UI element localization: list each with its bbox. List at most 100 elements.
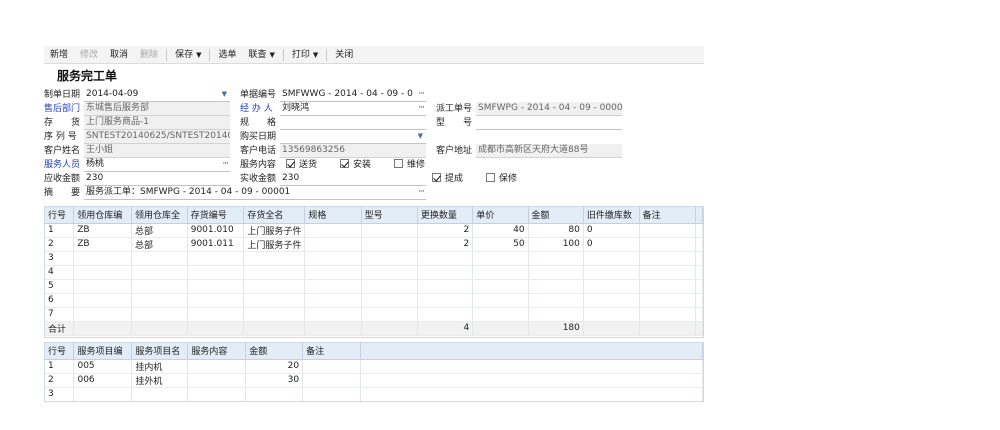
column-header[interactable]: 金额 <box>245 343 304 360</box>
table-cell[interactable] <box>187 265 245 280</box>
table-cell[interactable] <box>472 265 529 280</box>
table-cell[interactable]: 80 <box>528 223 584 238</box>
table-cell[interactable] <box>73 307 132 322</box>
table-cell[interactable]: 5 <box>45 279 75 294</box>
table-cell[interactable]: 总部 <box>131 223 188 238</box>
table-cell[interactable] <box>528 251 584 266</box>
table-cell[interactable] <box>302 373 361 388</box>
table-cell[interactable] <box>73 251 132 266</box>
receivable-field[interactable]: 230 <box>84 172 230 186</box>
table-cell[interactable] <box>73 279 132 294</box>
column-header[interactable]: 备注 <box>639 207 696 224</box>
table-row[interactable]: 2 ZB 总部 9001.011 上门服务子件 2 50 100 0 <box>45 237 703 252</box>
table-cell[interactable]: 3 <box>45 387 75 401</box>
table-cell[interactable] <box>304 251 362 266</box>
table-cell[interactable] <box>361 223 418 238</box>
table-cell[interactable] <box>528 293 584 308</box>
save-button[interactable]: 保存 ▼ <box>169 46 207 64</box>
staff-field[interactable]: 杨桃 ··· <box>84 158 230 172</box>
table-cell[interactable]: 2 <box>417 237 474 252</box>
column-header[interactable] <box>695 207 703 224</box>
new-button[interactable]: 新增 <box>44 46 74 64</box>
table-cell[interactable]: 3 <box>45 251 75 266</box>
table-cell[interactable] <box>472 307 529 322</box>
table-cell[interactable] <box>583 279 640 294</box>
table-cell[interactable] <box>187 387 247 401</box>
table-cell[interactable] <box>187 293 245 308</box>
table-cell[interactable] <box>131 387 189 401</box>
column-header[interactable]: 领用仓库编 <box>73 207 132 224</box>
table-cell[interactable] <box>361 251 418 266</box>
close-button[interactable]: 关闭 <box>329 46 359 64</box>
summary-field[interactable]: 服务派工单：SMFWPG - 2014 - 04 - 09 - 00001 ··· <box>84 186 426 200</box>
table-cell[interactable] <box>360 387 703 401</box>
table-cell[interactable]: 9001.011 <box>187 237 245 252</box>
table-cell[interactable]: ZB <box>73 237 132 252</box>
table-cell[interactable]: 1 <box>45 359 75 374</box>
link-query-button[interactable]: 联查 ▼ <box>242 46 280 64</box>
table-cell[interactable] <box>131 307 188 322</box>
table-cell[interactable] <box>187 307 245 322</box>
table-cell[interactable] <box>302 387 361 401</box>
table-cell[interactable]: 30 <box>245 373 304 388</box>
table-cell[interactable] <box>304 223 362 238</box>
table-row[interactable]: 3 <box>45 387 703 401</box>
table-cell[interactable] <box>243 307 306 322</box>
column-header[interactable]: 领用仓库全 <box>131 207 188 224</box>
column-header[interactable]: 存货编号 <box>187 207 245 224</box>
delivery-checkbox[interactable]: 送货 <box>286 159 317 171</box>
table-cell[interactable]: 9001.010 <box>187 223 245 238</box>
column-header[interactable]: 更换数量 <box>417 207 474 224</box>
table-cell[interactable] <box>639 265 696 280</box>
table-cell[interactable] <box>361 293 418 308</box>
table-cell[interactable]: 1 <box>45 223 75 238</box>
table-cell[interactable] <box>639 293 696 308</box>
docno-field[interactable]: SMFWWG - 2014 - 04 - 09 - 0 ··· <box>280 88 426 102</box>
table-cell[interactable] <box>695 251 703 266</box>
buydate-field[interactable]: ▼ <box>280 130 426 144</box>
table-cell[interactable]: 20 <box>245 359 304 374</box>
table-cell[interactable]: 挂内机 <box>131 359 189 374</box>
table-cell[interactable]: 0 <box>583 223 640 238</box>
table-cell[interactable] <box>417 265 474 280</box>
column-header[interactable]: 行号 <box>45 343 75 360</box>
table-cell[interactable]: 6 <box>45 293 75 308</box>
spec-field[interactable] <box>280 116 426 130</box>
column-header[interactable]: 型号 <box>361 207 418 224</box>
model-field[interactable] <box>476 116 622 130</box>
table-cell[interactable] <box>304 265 362 280</box>
table-cell[interactable] <box>528 265 584 280</box>
table-cell[interactable]: 2 <box>45 237 75 252</box>
repair-checkbox[interactable]: 维修 <box>394 159 425 171</box>
table-cell[interactable] <box>417 279 474 294</box>
cancel-button[interactable]: 取消 <box>104 46 134 64</box>
table-cell[interactable] <box>583 307 640 322</box>
table-cell[interactable]: 50 <box>472 237 529 252</box>
table-cell[interactable] <box>304 237 362 252</box>
column-header[interactable]: 服务项目名 <box>131 343 189 360</box>
table-cell[interactable] <box>187 359 247 374</box>
table-cell[interactable]: 006 <box>73 373 133 388</box>
table-row[interactable]: 4 <box>45 265 703 280</box>
table-row[interactable]: 7 <box>45 307 703 322</box>
table-cell[interactable] <box>361 279 418 294</box>
select-order-button[interactable]: 选单 <box>212 46 242 64</box>
table-cell[interactable] <box>304 307 362 322</box>
table-cell[interactable]: 40 <box>472 223 529 238</box>
table-cell[interactable] <box>304 279 362 294</box>
delete-button[interactable]: 删除 <box>134 46 164 64</box>
table-cell[interactable] <box>583 293 640 308</box>
table-row[interactable]: 1 ZB 总部 9001.010 上门服务子件 2 40 80 0 <box>45 223 703 238</box>
edit-button[interactable]: 修改 <box>74 46 104 64</box>
print-button[interactable]: 打印 ▼ <box>286 46 324 64</box>
column-header[interactable]: 备注 <box>302 343 361 360</box>
table-cell[interactable] <box>639 223 696 238</box>
column-header[interactable] <box>360 343 703 360</box>
table-cell[interactable] <box>73 265 132 280</box>
table-row[interactable]: 2 006 挂外机 30 <box>45 373 703 388</box>
table-cell[interactable] <box>243 279 306 294</box>
table-cell[interactable] <box>639 237 696 252</box>
table-cell[interactable] <box>243 293 306 308</box>
table-cell[interactable] <box>187 373 247 388</box>
table-cell[interactable] <box>639 279 696 294</box>
